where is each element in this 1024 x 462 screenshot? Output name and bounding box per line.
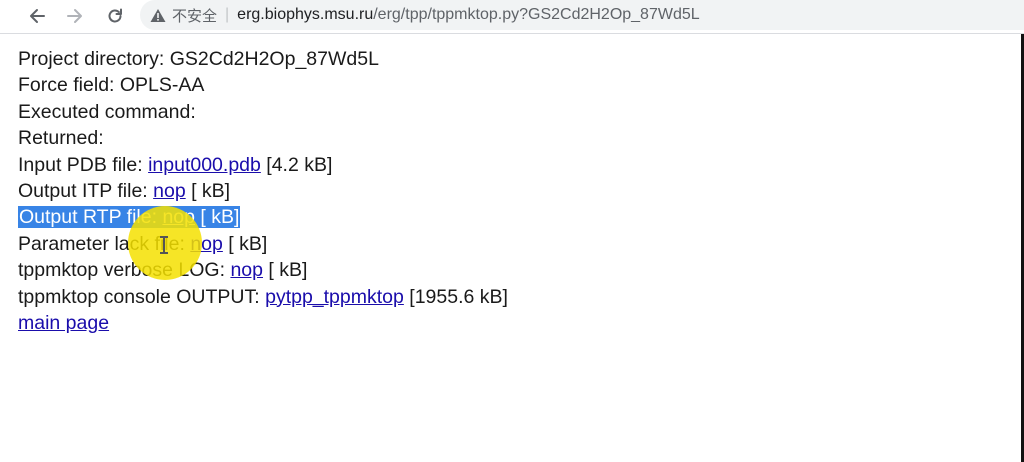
output-itp-size: [ kB] bbox=[185, 179, 231, 202]
returned-line: Returned: bbox=[18, 125, 508, 151]
output-rtp-line: Output RTP file: nop [ kB] bbox=[18, 204, 508, 230]
back-button[interactable] bbox=[24, 3, 50, 29]
output-rtp-size: [ kB] bbox=[194, 206, 240, 229]
arrow-left-icon bbox=[28, 7, 46, 25]
verbose-log-label: tppmktop verbose LOG: bbox=[18, 259, 231, 282]
verbose-log-size: [ kB] bbox=[262, 259, 308, 282]
security-label[interactable]: 不安全 bbox=[172, 5, 217, 26]
text-selection: Output RTP file: nop [ kB] bbox=[18, 206, 241, 229]
page-content: Project directory: GS2Cd2H2Op_87Wd5L For… bbox=[18, 46, 508, 336]
force-field-line: Force field: OPLS-AA bbox=[18, 72, 508, 98]
url-host[interactable]: erg.biophys.msu.ru bbox=[237, 6, 373, 24]
parameter-lack-link[interactable]: nop bbox=[190, 233, 223, 255]
url-separator: | bbox=[225, 6, 230, 23]
project-directory-label: Project directory: bbox=[18, 48, 170, 70]
input-pdb-link[interactable]: input000.pdb bbox=[148, 154, 261, 176]
output-itp-line: Output ITP file: nop [ kB] bbox=[18, 178, 508, 204]
executed-command-line: Executed command: bbox=[18, 99, 508, 125]
input-pdb-size: [4.2 kB] bbox=[260, 153, 333, 176]
project-directory-value: GS2Cd2H2Op_87Wd5L bbox=[169, 48, 379, 70]
console-output-line: tppmktop console OUTPUT: pytpp_tppmktop … bbox=[18, 284, 508, 310]
output-itp-label: Output ITP file: bbox=[18, 179, 154, 202]
input-pdb-label: Input PDB file: bbox=[18, 153, 149, 176]
verbose-log-link[interactable]: nop bbox=[230, 259, 263, 281]
verbose-log-line: tppmktop verbose LOG: nop [ kB] bbox=[18, 257, 508, 283]
executed-command-label: Executed command: bbox=[18, 100, 196, 123]
force-field-label: Force field: bbox=[18, 74, 120, 97]
console-output-link[interactable]: pytpp_tppmktop bbox=[265, 286, 404, 308]
parameter-lack-line: Parameter lack file: nop [ kB] bbox=[18, 231, 508, 257]
console-output-size: [1955.6 kB] bbox=[403, 285, 508, 308]
warning-triangle-icon[interactable] bbox=[150, 8, 166, 23]
parameter-lack-size: [ kB] bbox=[222, 232, 268, 255]
parameter-lack-label: Parameter lack file: bbox=[18, 232, 191, 255]
reload-icon bbox=[106, 7, 124, 25]
returned-label: Returned: bbox=[18, 127, 104, 150]
console-output-label: tppmktop console OUTPUT: bbox=[18, 285, 266, 308]
project-directory-line: Project directory: GS2Cd2H2Op_87Wd5L bbox=[18, 46, 508, 72]
forward-button[interactable] bbox=[62, 3, 88, 29]
address-bar[interactable]: 不安全 | erg.biophys.msu.ru/erg/tpp/tppmkto… bbox=[140, 0, 1024, 30]
force-field-value: OPLS-AA bbox=[119, 74, 205, 97]
browser-toolbar: 不安全 | erg.biophys.msu.ru/erg/tpp/tppmkto… bbox=[0, 0, 1024, 34]
input-pdb-line: Input PDB file: input000.pdb [4.2 kB] bbox=[18, 152, 508, 178]
reload-button[interactable] bbox=[102, 3, 128, 29]
url-path[interactable]: /erg/tpp/tppmktop.py?GS2Cd2H2Op_87Wd5L bbox=[373, 6, 699, 24]
arrow-right-icon bbox=[66, 7, 84, 25]
output-itp-link[interactable]: nop bbox=[153, 180, 186, 202]
output-rtp-link[interactable]: nop bbox=[162, 206, 195, 228]
output-rtp-label: Output RTP file: bbox=[19, 206, 163, 229]
main-page-line: main page bbox=[18, 310, 508, 336]
main-page-link[interactable]: main page bbox=[18, 312, 109, 334]
